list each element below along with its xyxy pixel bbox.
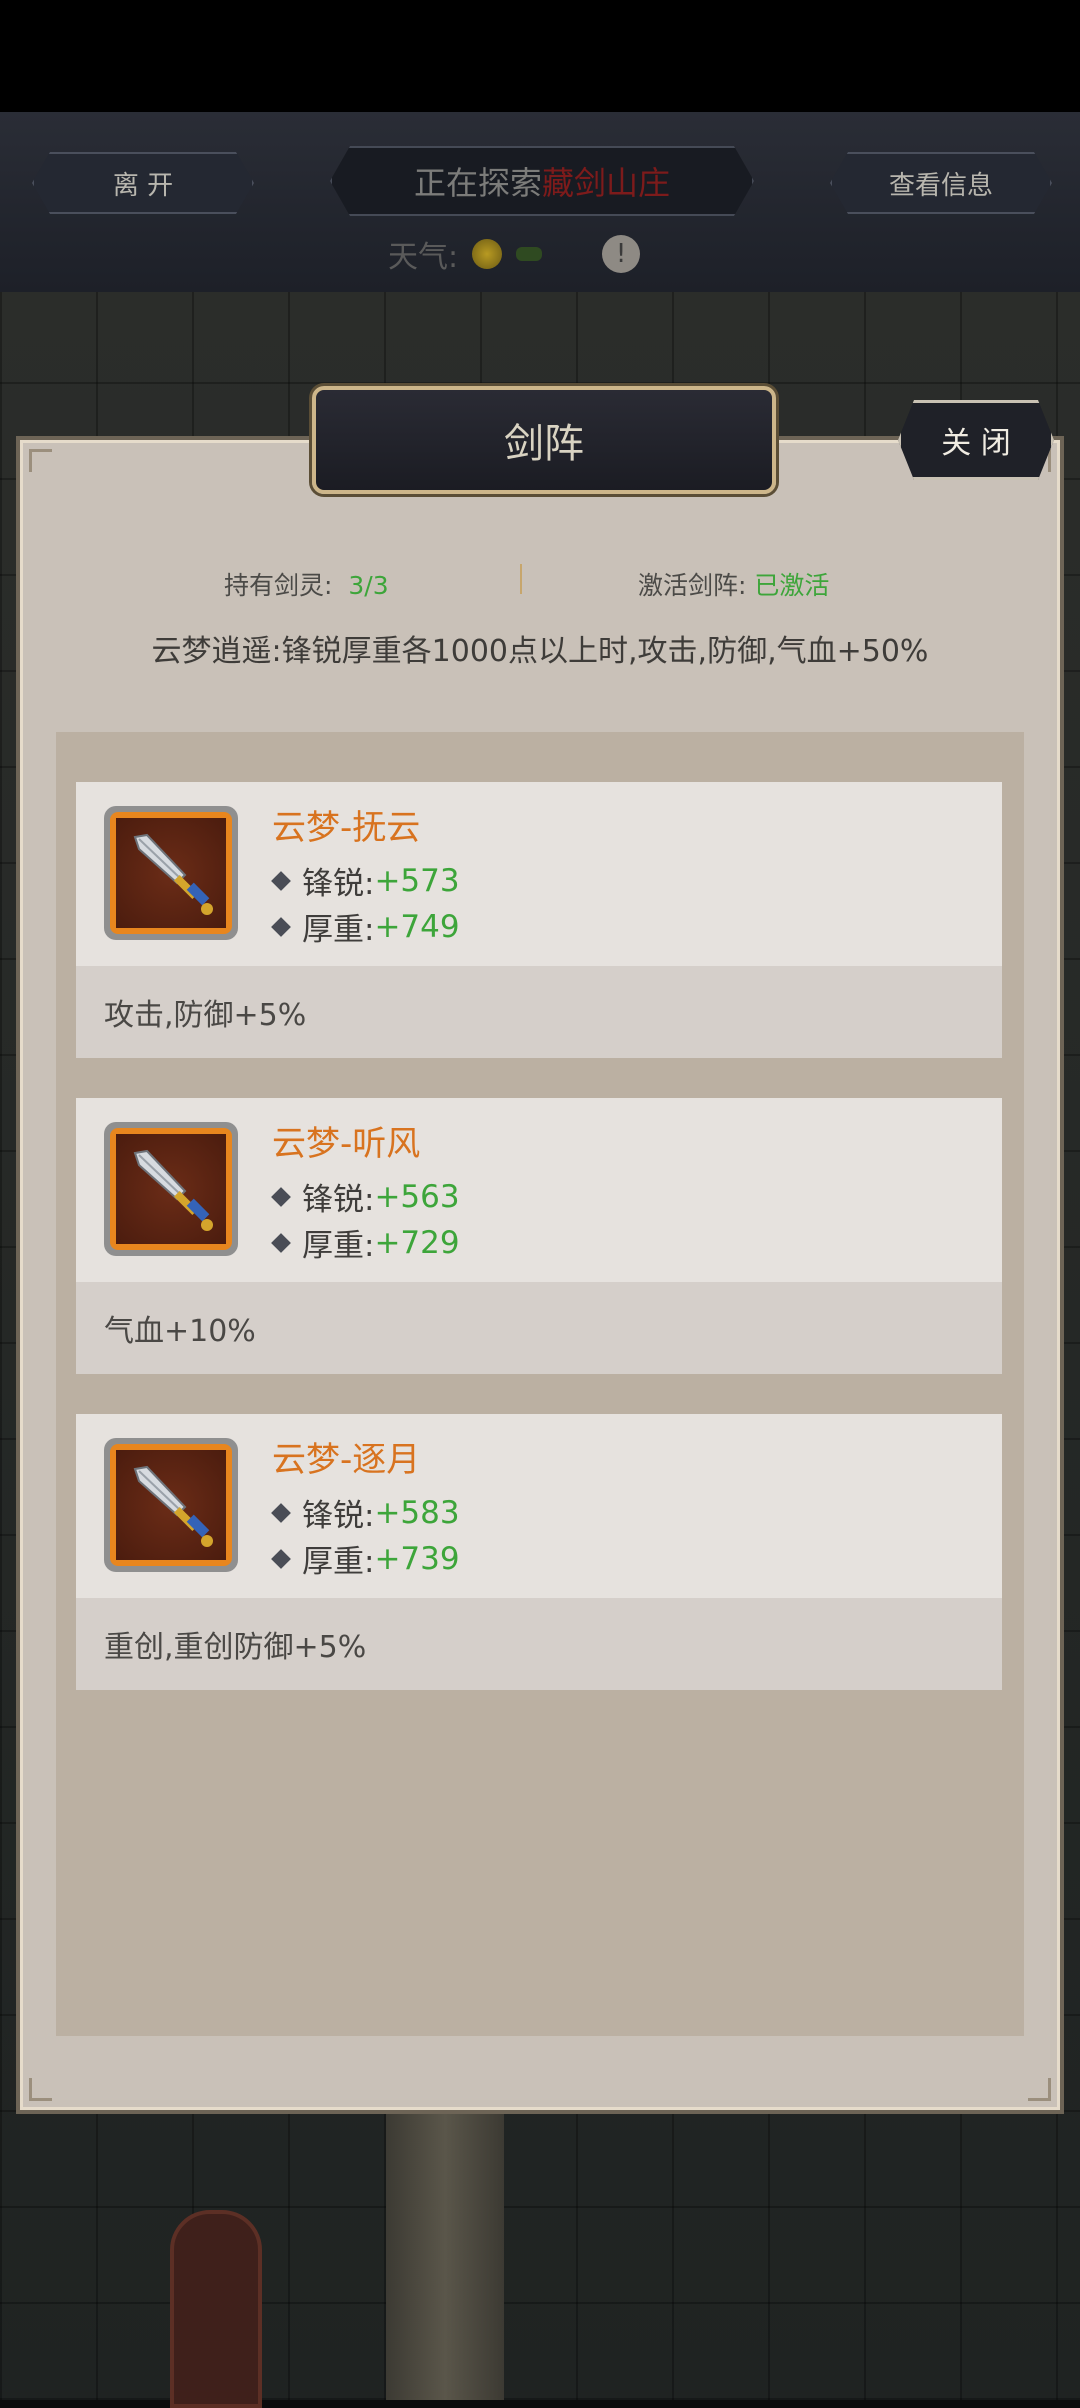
sword-item-frame[interactable]	[104, 1438, 238, 1572]
diamond-bullet-icon	[271, 916, 291, 937]
weather-indicator: 天气: !	[388, 232, 641, 276]
held-label: 持有剑灵:	[224, 571, 333, 600]
active-label: 激活剑阵:	[638, 571, 747, 600]
diamond-bullet-icon	[271, 1502, 291, 1523]
diamond-bullet-icon	[271, 1548, 291, 1569]
sharpness-value: +563	[374, 1178, 460, 1215]
corner-ornament	[29, 2078, 52, 2101]
heaviness-value: +729	[374, 1224, 460, 1261]
heaviness-stat: 厚重: +729	[271, 1220, 460, 1265]
location-name: 藏剑山庄	[542, 164, 671, 202]
close-button[interactable]: 关 闭	[898, 400, 1054, 480]
panel-title: 剑阵	[312, 386, 776, 494]
sword-spirit-name: 云梦-抚云	[272, 808, 421, 848]
sharpness-stat: 锋锐: +563	[271, 1174, 460, 1219]
sharpness-value: +583	[374, 1494, 460, 1531]
array-bonus-text: 云梦逍遥:锋锐厚重各1000点以上时,攻击,防御,气血+50%	[151, 634, 929, 669]
sword-icon	[133, 1149, 213, 1231]
active-value: 已激活	[754, 571, 830, 600]
diamond-bullet-icon	[271, 1186, 291, 1207]
card-header: 云梦-抚云 锋锐: +573 厚重: +749	[76, 782, 1002, 966]
array-active-status: 激活剑阵: 已激活	[638, 566, 829, 602]
exploring-banner: 正在探索 藏剑山庄	[330, 146, 754, 216]
sword-spirit-name: 云梦-听风	[272, 1124, 421, 1164]
sun-icon	[472, 239, 503, 269]
held-value: 3/3	[348, 571, 389, 600]
heaviness-stat: 厚重: +739	[271, 1536, 460, 1581]
heaviness-label: 厚重:	[302, 912, 375, 948]
corner-ornament	[1028, 2078, 1051, 2101]
coffin-object	[170, 2210, 262, 2408]
top-hud: 离 开 正在探索 藏剑山庄 查看信息 天气: !	[0, 112, 1080, 294]
sword-icon	[133, 1465, 213, 1547]
stone-pillar	[386, 2100, 504, 2400]
sword-spirit-name: 云梦-逐月	[272, 1440, 421, 1480]
heaviness-label: 厚重:	[302, 1228, 375, 1264]
heaviness-value: +739	[374, 1540, 460, 1577]
sharpness-stat: 锋锐: +583	[271, 1490, 460, 1535]
sword-spirit-card[interactable]: 云梦-抚云 锋锐: +573 厚重: +749 攻击,防御+5%	[76, 782, 1002, 1058]
summary-divider	[520, 564, 522, 594]
card-header: 云梦-逐月 锋锐: +583 厚重: +739	[76, 1414, 1002, 1598]
sharpness-stat: 锋锐: +573	[271, 858, 460, 903]
sword-item-frame[interactable]	[104, 806, 238, 940]
leave-button[interactable]: 离 开	[32, 152, 254, 214]
corner-ornament	[29, 449, 52, 472]
sword-spirit-card[interactable]: 云梦-逐月 锋锐: +583 厚重: +739 重创,重创防御+5%	[76, 1414, 1002, 1690]
exploring-label: 正在探索	[413, 164, 542, 202]
sword-icon	[133, 833, 213, 915]
spirit-effect-text: 气血+10%	[76, 1282, 1002, 1374]
sharpness-label: 锋锐:	[302, 866, 375, 902]
view-info-button[interactable]: 查看信息	[830, 152, 1052, 214]
weather-label: 天气:	[388, 240, 459, 275]
spirit-effect-text: 重创,重创防御+5%	[76, 1598, 1002, 1690]
sharpness-label: 锋锐:	[302, 1182, 375, 1218]
sword-spirit-list: 云梦-抚云 锋锐: +573 厚重: +749 攻击,防御+5% 云梦-听风 锋…	[56, 732, 1024, 2036]
sword-item-frame[interactable]	[104, 1122, 238, 1256]
heaviness-label: 厚重:	[302, 1544, 375, 1580]
sharpness-value: +573	[374, 862, 460, 899]
heaviness-stat: 厚重: +749	[271, 904, 460, 949]
card-header: 云梦-听风 锋锐: +563 厚重: +729	[76, 1098, 1002, 1282]
sword-spirit-card[interactable]: 云梦-听风 锋锐: +563 厚重: +729 气血+10%	[76, 1098, 1002, 1374]
diamond-bullet-icon	[271, 870, 291, 891]
status-bar	[0, 0, 1080, 112]
info-icon[interactable]: !	[602, 235, 641, 273]
heaviness-value: +749	[374, 908, 460, 945]
diamond-bullet-icon	[271, 1232, 291, 1253]
sharpness-label: 锋锐:	[302, 1498, 375, 1534]
held-spirits-count: 持有剑灵: 3/3	[224, 566, 389, 602]
grass-icon	[516, 247, 543, 261]
spirit-effect-text: 攻击,防御+5%	[76, 966, 1002, 1058]
